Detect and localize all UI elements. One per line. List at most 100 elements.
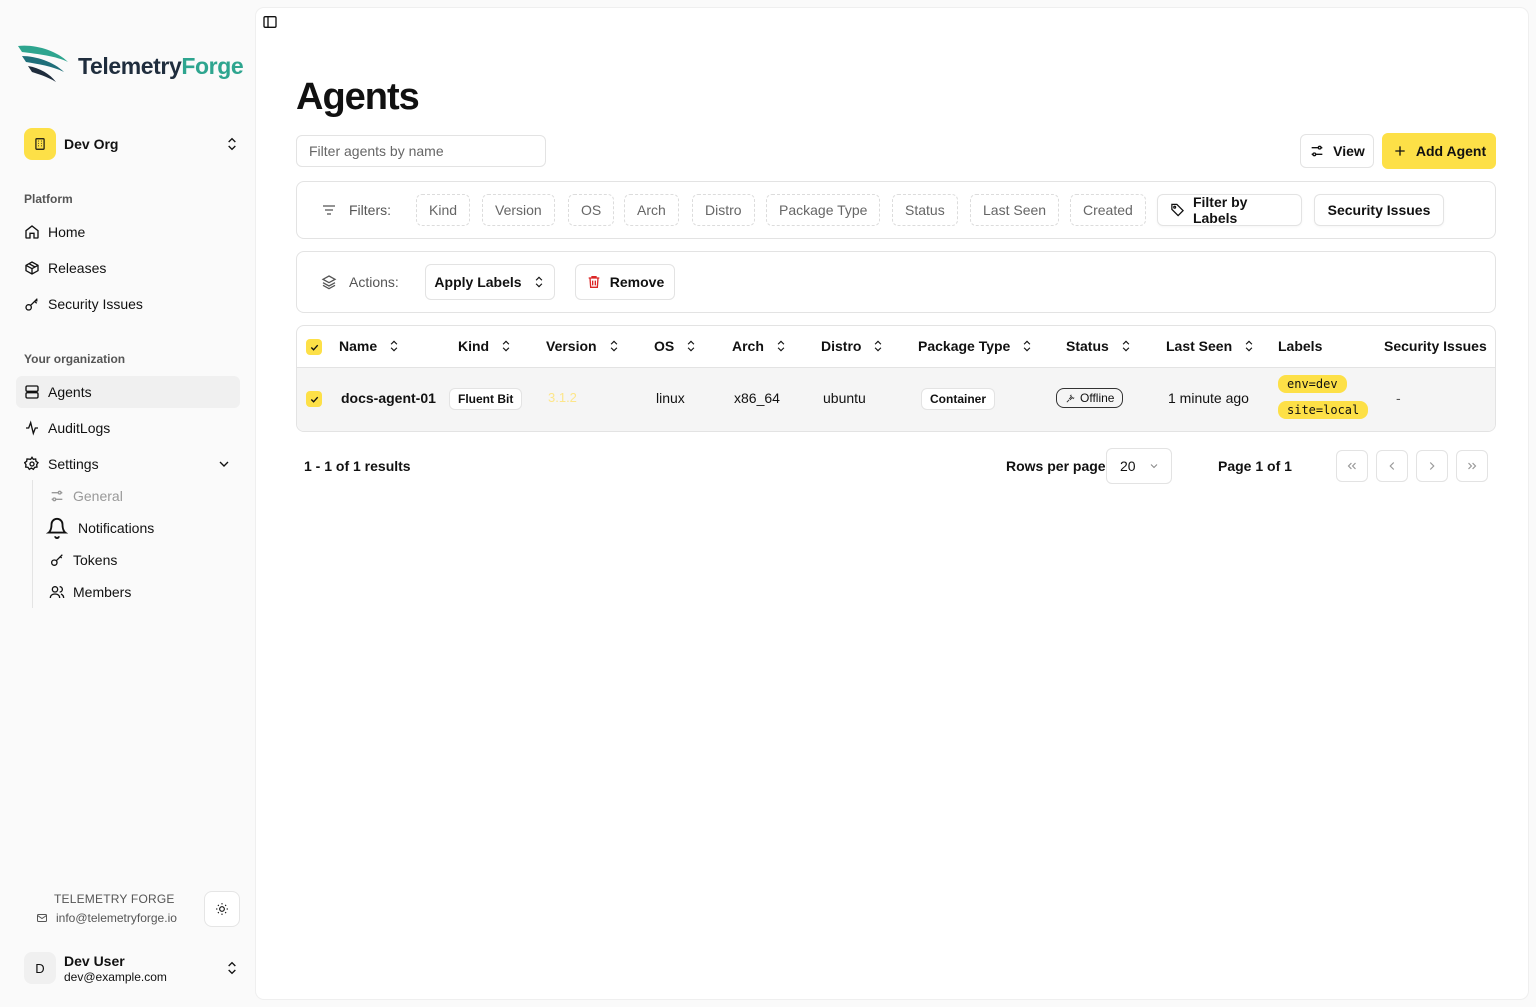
column-label: Last Seen [1166,338,1233,354]
arch-cell: x86_64 [734,390,780,406]
column-header-kind[interactable]: Kind [458,338,513,354]
filter-chip-status[interactable]: Status [892,194,958,226]
column-header-last-seen[interactable]: Last Seen [1166,338,1256,354]
sidebar-subitem-general[interactable]: General [44,480,123,512]
sidebar-item-releases[interactable]: Releases [16,252,240,284]
users-icon [49,586,65,599]
filter-chip-last-seen[interactable]: Last Seen [970,194,1060,226]
chevrons-up-down-icon [535,276,542,288]
package-icon [25,261,39,275]
agent-name-filter-input[interactable] [296,135,546,167]
sidebar: TelemetryForge Dev Org Platform Home Rel… [0,0,256,1007]
theme-toggle-button[interactable] [204,891,240,927]
filter-lines-icon [323,205,335,215]
filter-chip-package-type[interactable]: Package Type [766,194,881,226]
key-icon [25,298,38,311]
column-header-version[interactable]: Version [546,338,621,354]
footer-email-row[interactable]: info@telemetryforge.io [36,911,177,925]
rows-per-page-value: 20 [1120,458,1136,474]
table-row[interactable]: docs-agent-01 Fluent Bit 3.1.2 linux x86… [297,367,1495,431]
filter-by-labels-button[interactable]: Filter by Labels [1157,194,1302,226]
sort-icon [1024,340,1031,352]
column-header-status[interactable]: Status [1066,338,1133,354]
view-options-button[interactable]: View [1300,134,1374,168]
column-header-arch[interactable]: Arch [732,338,788,354]
sidebar-item-auditlogs[interactable]: AuditLogs [16,412,240,444]
column-header-name[interactable]: Name [339,338,401,354]
chevron-down-icon [1150,464,1157,469]
label-tag: env=dev [1278,375,1347,393]
sidebar-subitem-tokens[interactable]: Tokens [44,544,117,576]
last-seen-cell: 1 minute ago [1168,390,1249,406]
sidebar-item-security-issues[interactable]: Security Issues [16,288,240,320]
layers-icon [321,275,337,290]
kind-cell: Fluent Bit [449,388,523,410]
sidebar-subitem-label: General [73,488,123,504]
version-cell: 3.1.2 [548,390,577,405]
sort-icon [1245,340,1253,352]
sidebar-toggle-icon[interactable] [262,14,278,30]
chevrons-up-down-icon [228,137,236,151]
footer-brand-name: TELEMETRY FORGE [54,892,175,906]
telemetryforge-logo[interactable]: TelemetryForge [16,42,244,86]
select-all-checkbox[interactable] [306,339,322,355]
filter-chip-arch[interactable]: Arch [624,194,679,226]
org-name: Dev Org [64,136,119,152]
filter-chip-kind[interactable]: Kind [416,194,471,226]
brand-part2: Forge [181,52,244,79]
sort-icon [1122,340,1130,352]
chevron-left-icon [1389,462,1395,470]
key-icon [51,554,63,566]
unplug-icon [1066,394,1075,402]
sidebar-item-settings[interactable]: Settings [16,448,240,480]
status-text: Offline [1080,391,1115,405]
sidebar-item-label: Security Issues [48,296,143,312]
add-agent-button[interactable]: Add Agent [1382,133,1496,169]
column-header-os[interactable]: OS [654,338,698,354]
remove-button[interactable]: Remove [575,264,675,300]
status-cell: Offline [1056,388,1124,408]
page-title: Agents [296,76,420,118]
filter-chip-distro[interactable]: Distro [692,194,755,226]
filter-chip-version[interactable]: Version [482,194,555,226]
status-badge: Offline [1056,388,1124,408]
filters-label: Filters: [321,202,391,218]
column-label: Status [1066,338,1109,354]
next-page-button[interactable] [1416,450,1448,482]
tag-icon [1171,203,1184,217]
org-switcher[interactable]: Dev Org [24,128,240,160]
user-menu[interactable]: D Dev User dev@example.com [24,948,240,988]
sidebar-item-label: Agents [48,384,92,400]
sidebar-subitem-label: Tokens [73,552,118,568]
sidebar-item-agents[interactable]: Agents [16,376,240,408]
label-tag: site=local [1278,401,1369,419]
apply-labels-dropdown[interactable]: Apply Labels [425,264,555,300]
sidebar-subitem-members[interactable]: Members [44,576,131,608]
home-icon [25,225,39,239]
view-label: View [1333,143,1365,159]
sidebar-item-home[interactable]: Home [16,216,240,248]
security-issues-filter-button[interactable]: Security Issues [1314,194,1444,226]
column-label: OS [654,338,675,354]
sort-icon [687,340,695,352]
chevrons-right-icon [1468,462,1477,470]
remove-label: Remove [609,274,665,290]
row-select-checkbox[interactable] [306,391,322,407]
last-page-button[interactable] [1456,450,1488,482]
distro-cell: ubuntu [823,390,866,406]
first-page-button[interactable] [1336,450,1368,482]
column-label: Distro [821,338,862,354]
check-icon [310,396,318,403]
actions-label: Actions: [321,274,399,290]
filter-chip-os[interactable]: OS [568,194,615,226]
column-header-distro[interactable]: Distro [821,338,885,354]
column-header-package-type[interactable]: Package Type [918,338,1034,354]
main-panel: Agents View Add Agent Filters: Kind Vers… [256,8,1528,999]
filter-chip-created[interactable]: Created [1070,194,1146,226]
chevron-down-icon [219,461,229,467]
agent-name-link[interactable]: docs-agent-01 [341,390,436,406]
sidebar-subitem-notifications[interactable]: Notifications [44,512,154,544]
prev-page-button[interactable] [1376,450,1408,482]
rows-per-page-select[interactable]: 20 [1106,448,1172,484]
actions-panel: Actions: Apply Labels Remove [296,251,1496,313]
